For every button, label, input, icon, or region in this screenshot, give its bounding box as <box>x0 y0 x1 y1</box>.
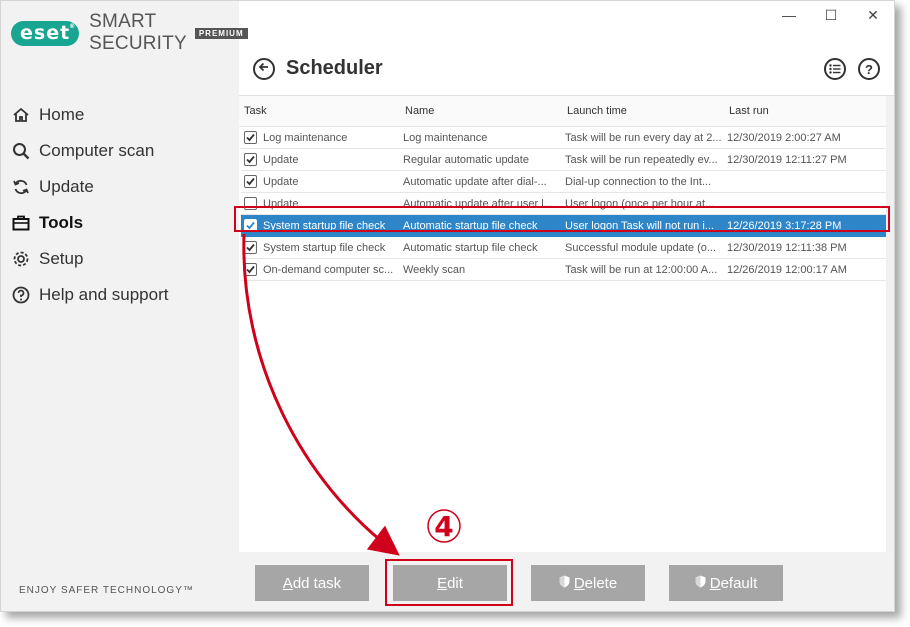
step-number: 4 <box>434 509 454 543</box>
